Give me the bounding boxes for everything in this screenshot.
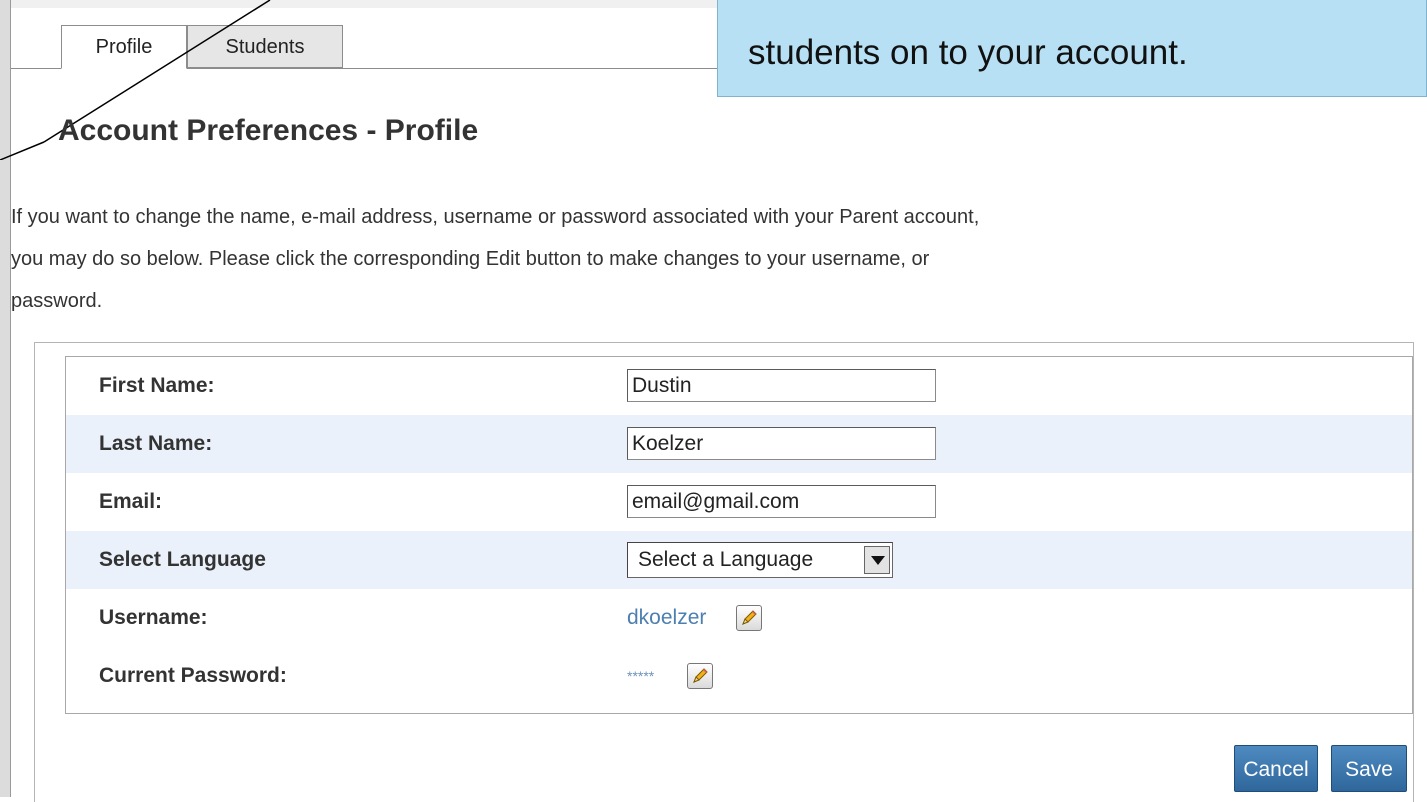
tab-students[interactable]: Students bbox=[187, 25, 343, 68]
first-name-label: First Name: bbox=[99, 374, 215, 397]
username-row: Username: dkoelzer bbox=[66, 589, 1412, 647]
pencil-icon-graphic bbox=[693, 668, 708, 683]
password-row: Current Password: ***** bbox=[66, 647, 1412, 705]
language-select[interactable]: Select a Language bbox=[627, 542, 893, 578]
first-name-row: First Name: Dustin bbox=[66, 357, 1412, 415]
last-name-row: Last Name: Koelzer bbox=[66, 415, 1412, 473]
language-label: Select Language bbox=[99, 548, 266, 571]
tab-profile[interactable]: Profile bbox=[61, 25, 187, 69]
window-left-border bbox=[0, 0, 11, 797]
dropdown-arrow-icon[interactable] bbox=[864, 546, 890, 574]
intro-text: If you want to change the name, e-mail a… bbox=[11, 196, 1421, 322]
top-strip bbox=[11, 0, 771, 8]
intro-line: password. bbox=[11, 290, 103, 312]
username-value: dkoelzer bbox=[627, 606, 707, 629]
cancel-button[interactable]: Cancel bbox=[1234, 745, 1318, 792]
first-name-field[interactable]: Dustin bbox=[627, 369, 936, 402]
intro-line: If you want to change the name, e-mail a… bbox=[11, 206, 980, 228]
save-button[interactable]: Save bbox=[1331, 745, 1407, 792]
callout-text: students on to your account. bbox=[748, 33, 1188, 72]
username-label: Username: bbox=[99, 606, 208, 629]
pencil-icon-graphic bbox=[742, 610, 757, 625]
email-label: Email: bbox=[99, 490, 163, 513]
page-title: Account Preferences - Profile bbox=[58, 114, 479, 147]
last-name-field[interactable]: Koelzer bbox=[627, 427, 936, 460]
email-field[interactable]: email@gmail.com bbox=[627, 485, 936, 518]
profile-form-table: First Name: Dustin Last Name: Koelzer Em… bbox=[65, 356, 1413, 714]
language-select-value: Select a Language bbox=[638, 548, 814, 571]
language-row: Select Language Select a Language bbox=[66, 531, 1412, 589]
last-name-label: Last Name: bbox=[99, 432, 213, 455]
password-label: Current Password: bbox=[99, 664, 287, 687]
callout-box: students on to your account. bbox=[717, 0, 1427, 97]
pencil-icon[interactable] bbox=[736, 605, 762, 631]
email-row: Email: email@gmail.com bbox=[66, 473, 1412, 531]
intro-line: you may do so below. Please click the co… bbox=[11, 248, 930, 270]
password-value: ***** bbox=[627, 668, 655, 684]
pencil-icon[interactable] bbox=[687, 663, 713, 689]
